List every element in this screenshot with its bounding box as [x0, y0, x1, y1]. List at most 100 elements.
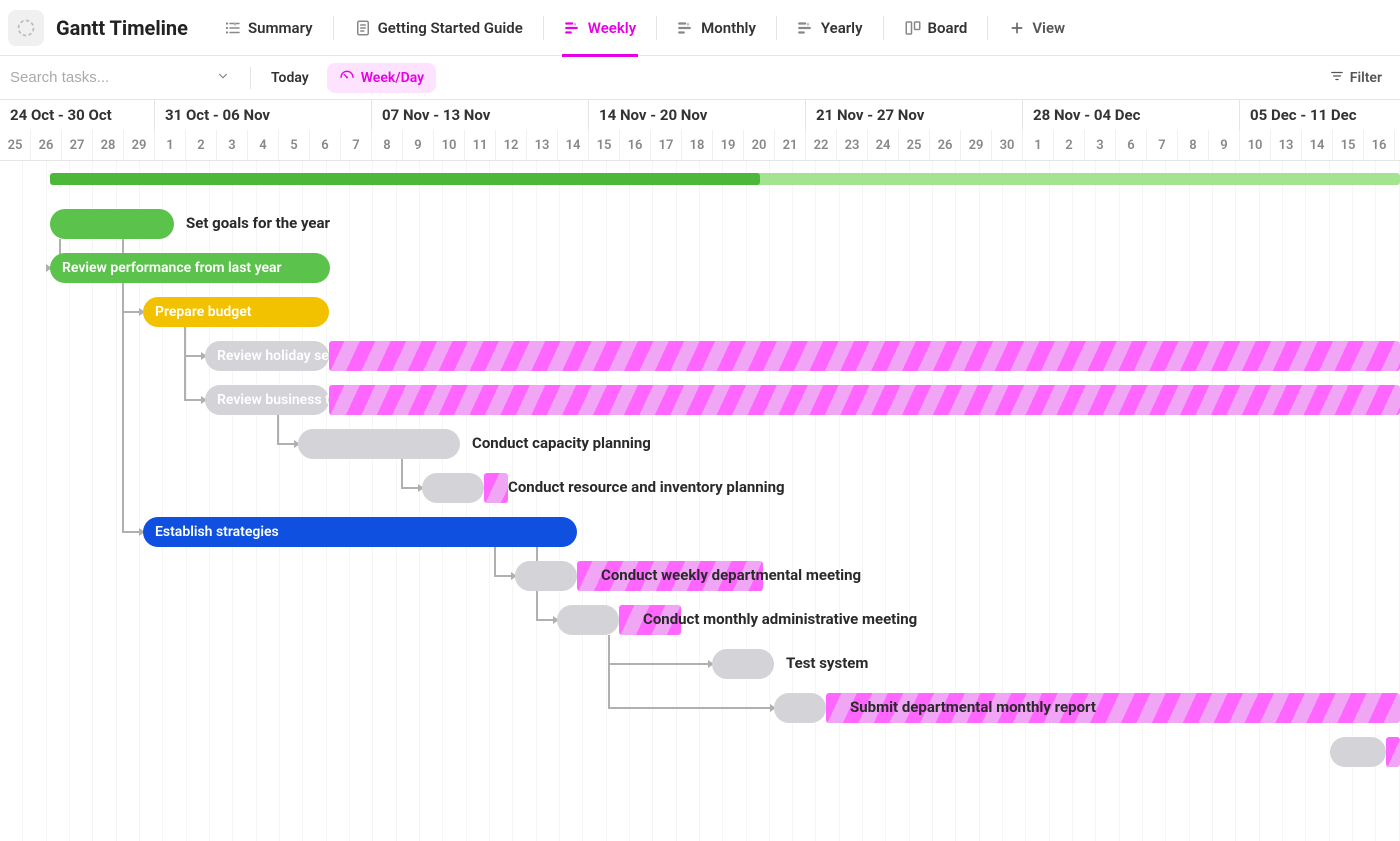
filter-button[interactable]: Filter: [1320, 65, 1392, 91]
day-header: 17: [651, 130, 682, 160]
tab-label: Monthly: [701, 19, 756, 37]
task-overrun[interactable]: [329, 341, 1400, 371]
grid-column: [956, 161, 979, 841]
tabs: Summary Getting Started Guide Weekly Monthl…: [212, 11, 1077, 45]
grid-column: [747, 161, 770, 841]
grid-column: [677, 161, 700, 841]
day-header: 25: [0, 130, 31, 160]
task-label: Test system: [786, 654, 868, 672]
grid-column: [1190, 161, 1213, 841]
task-bar[interactable]: Prepare budget: [143, 297, 329, 327]
day-header: 3: [1085, 130, 1116, 160]
grid-column: [1283, 161, 1306, 841]
tab-label: Board: [928, 19, 968, 37]
task-overrun[interactable]: [484, 473, 508, 503]
task-bar[interactable]: [557, 605, 619, 635]
day-header: 2: [1054, 130, 1085, 160]
day-header: 24: [868, 130, 899, 160]
day-header: 10: [434, 130, 465, 160]
grid-column: [1260, 161, 1283, 841]
day-header: 1: [1023, 130, 1054, 160]
day-header: 7: [1147, 130, 1178, 160]
zoom-level-button[interactable]: Week/Day: [327, 63, 436, 93]
day-header: 8: [372, 130, 403, 160]
grid-column: [793, 161, 816, 841]
chevron-down-icon[interactable]: [216, 69, 230, 87]
day-header: 6: [1116, 130, 1147, 160]
grid-column: [327, 161, 350, 841]
task-overrun[interactable]: [1386, 737, 1400, 767]
zoom-label: Week/Day: [361, 70, 424, 86]
day-header: 11: [465, 130, 496, 160]
summary-progress: [50, 173, 760, 185]
day-header: 15: [1333, 130, 1364, 160]
task-overrun[interactable]: [329, 385, 1400, 415]
grid-column: [1050, 161, 1073, 841]
day-header: 29: [124, 130, 155, 160]
task-bar[interactable]: [515, 561, 577, 591]
day-header: 8: [1178, 130, 1209, 160]
day-header: 29: [961, 130, 992, 160]
task-label: Set goals for the year: [186, 214, 330, 232]
list-icon: [224, 19, 242, 37]
timeline-header: 24 Oct - 30 Oct31 Oct - 06 Nov07 Nov - 1…: [0, 100, 1400, 161]
day-header: 15: [589, 130, 620, 160]
grid-column: [513, 161, 536, 841]
task-bar[interactable]: [422, 473, 484, 503]
grid-column: [1166, 161, 1189, 841]
add-view-button[interactable]: View: [996, 11, 1077, 45]
tab-getting-started-guide[interactable]: Getting Started Guide: [342, 11, 535, 45]
day-header: 22: [806, 130, 837, 160]
task-bar[interactable]: Review business tools: [205, 385, 329, 415]
chart-area[interactable]: Set goals for the year Review performance…: [0, 161, 1400, 841]
day-header: 13: [1271, 130, 1302, 160]
tab-label: Weekly: [588, 19, 636, 37]
day-header: 5: [279, 130, 310, 160]
grid-column: [1096, 161, 1119, 841]
task-bar[interactable]: [1330, 737, 1386, 767]
tab-summary[interactable]: Summary: [212, 11, 325, 45]
task-bar[interactable]: Establish strategies: [143, 517, 577, 547]
day-header: 21: [775, 130, 806, 160]
day-header: 10: [1240, 130, 1271, 160]
grid-column: [1213, 161, 1236, 841]
search-wrap: [8, 63, 238, 92]
grid-column: [770, 161, 793, 841]
task-bar[interactable]: [50, 209, 174, 239]
day-header: 12: [496, 130, 527, 160]
day-header: 20: [744, 130, 775, 160]
task-bar[interactable]: [774, 693, 826, 723]
grid-column: [1073, 161, 1096, 841]
day-header: 16: [620, 130, 651, 160]
tab-board[interactable]: Board: [892, 11, 980, 45]
today-button[interactable]: Today: [263, 66, 317, 90]
tab-label: Yearly: [821, 19, 863, 37]
board-icon: [904, 19, 922, 37]
task-bar[interactable]: Review performance from last year: [50, 253, 330, 283]
grid-column: [630, 161, 653, 841]
task-bar[interactable]: [298, 429, 460, 459]
day-header: 19: [713, 130, 744, 160]
search-input[interactable]: [8, 63, 238, 92]
tab-yearly[interactable]: Yearly: [785, 11, 875, 45]
task-bar[interactable]: Review holiday season: [205, 341, 329, 371]
separator: [333, 16, 334, 40]
tab-weekly[interactable]: Weekly: [552, 11, 648, 45]
grid-column: [373, 161, 396, 841]
day-header: 13: [527, 130, 558, 160]
day-header: 26: [930, 130, 961, 160]
app-icon: [8, 10, 44, 46]
tab-monthly[interactable]: Monthly: [665, 11, 768, 45]
filter-icon: [1330, 69, 1344, 87]
day-header: 30: [992, 130, 1023, 160]
grid-column: [583, 161, 606, 841]
task-label: Conduct resource and inventory planning: [508, 478, 785, 496]
day-header: 2: [186, 130, 217, 160]
grid-column: [700, 161, 723, 841]
day-header: 28: [93, 130, 124, 160]
grid-column: [933, 161, 956, 841]
task-bar[interactable]: [712, 649, 774, 679]
week-header: 14 Nov - 20 Nov: [589, 100, 806, 130]
grid-column: [840, 161, 863, 841]
week-row: 24 Oct - 30 Oct31 Oct - 06 Nov07 Nov - 1…: [0, 100, 1400, 130]
